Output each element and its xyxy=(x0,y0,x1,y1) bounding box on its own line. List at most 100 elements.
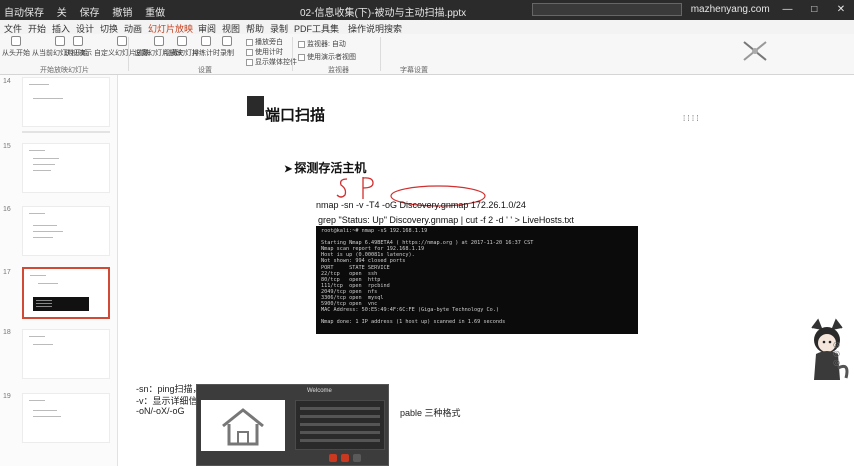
checkbox-icon xyxy=(246,58,253,66)
overlay-title: Welcome xyxy=(307,388,332,394)
thumb-line xyxy=(33,231,63,232)
monitor-select[interactable]: 监视器: 自动 xyxy=(298,39,346,49)
slide-thumbnail-selected[interactable] xyxy=(22,267,110,319)
house-icon xyxy=(222,408,264,446)
thumb-line xyxy=(33,170,51,171)
pane-row xyxy=(300,439,380,442)
autosave-toggle[interactable]: 关 xyxy=(57,8,67,19)
note-output: -oN/-oX/-oG xyxy=(136,406,185,416)
save-button[interactable]: 保存 xyxy=(80,8,100,19)
monitor-label: 监视器: 自动 xyxy=(307,41,346,48)
redo-button[interactable]: 重做 xyxy=(145,8,165,19)
autosave-label[interactable]: 自动保存 xyxy=(4,8,44,19)
show-media-controls-checkbox[interactable]: 显示媒体控件 xyxy=(246,57,297,67)
thumb-line xyxy=(33,225,57,226)
slide-number: 15 xyxy=(3,143,11,150)
slide-thumbnail[interactable] xyxy=(22,77,110,127)
group-setup: 设置 xyxy=(198,67,212,74)
monitor-icon xyxy=(298,40,305,48)
timer-icon xyxy=(201,36,211,46)
setup-show-icon xyxy=(153,36,164,46)
slide-number: 17 xyxy=(3,269,11,276)
record-label: 录制 xyxy=(220,50,234,57)
undo-button[interactable]: 撤销 xyxy=(112,8,132,19)
slide-thumbnail[interactable] xyxy=(22,143,110,193)
use-timings-checkbox[interactable]: 使用计时 xyxy=(246,47,283,57)
overlay-window[interactable]: Welcome xyxy=(196,384,389,466)
overlay-action-button[interactable] xyxy=(341,454,349,462)
thumb-line xyxy=(33,410,57,411)
maximize-button[interactable]: □ xyxy=(805,4,823,15)
terminal-screenshot: root@kali:~# nmap -sS 192.168.1.19 Start… xyxy=(316,226,638,334)
group-captions: 字幕设置 xyxy=(400,67,428,74)
present-online-button[interactable]: 联机演示 xyxy=(64,36,92,58)
thumb-line xyxy=(29,150,45,151)
close-button[interactable]: ✕ xyxy=(832,4,850,15)
ribbon-tabs: 文件 开始 插入 设计 切换 动画 幻灯片放映 审阅 视图 帮助 录制 PDF工… xyxy=(0,20,854,37)
record-button[interactable]: 录制 xyxy=(220,36,234,58)
ribbon-tools-icon[interactable] xyxy=(740,38,770,64)
checkbox-icon xyxy=(246,38,253,46)
command-line-nmap: nmap -sn -v -T4 -oG Discovery.gnmap 172.… xyxy=(316,200,526,210)
use-timings-label: 使用计时 xyxy=(255,49,283,56)
window-title: 02-信息收集(下)-被动与主动扫描.pptx xyxy=(300,8,467,19)
overlay-action-button[interactable] xyxy=(353,454,361,462)
overlay-content-pane xyxy=(295,400,385,450)
annotation-marks: ⁞ ⁞ ⁞ ⁞ xyxy=(683,114,699,123)
mascot-illustration xyxy=(811,318,849,380)
present-online-label: 联机演示 xyxy=(64,50,92,57)
rehearse-timings-label: 排练计时 xyxy=(192,50,220,57)
slide-number: 16 xyxy=(3,206,11,213)
group-start-slideshow: 开始放映幻灯片 xyxy=(40,67,89,74)
thumb-line xyxy=(33,344,53,345)
thumb-line xyxy=(29,84,49,85)
slideshow-icon xyxy=(11,36,21,46)
thumb-line xyxy=(29,400,45,401)
thumb-terminal xyxy=(33,297,89,311)
thumb-line xyxy=(30,275,46,276)
slide-number: 14 xyxy=(3,78,11,85)
thumb-line xyxy=(33,164,55,165)
pane-row xyxy=(300,423,380,426)
minimize-button[interactable]: — xyxy=(778,4,796,15)
title-bar: 自动保存 关 保存 撤销 重做 02-信息收集(下)-被动与主动扫描.pptx … xyxy=(0,0,854,20)
slide-thumbnail[interactable] xyxy=(22,329,110,379)
side-toolbar-icons[interactable]: ◎ ◎ ◎ xyxy=(833,340,840,367)
slide-thumbnail[interactable] xyxy=(22,393,110,443)
home-thumbnail[interactable] xyxy=(201,400,285,451)
hide-slide-icon xyxy=(176,36,187,46)
thumb-line xyxy=(38,283,58,284)
play-narrations-checkbox[interactable]: 播放旁白 xyxy=(246,37,283,47)
title-accent-bar xyxy=(247,96,264,116)
group-monitors: 监视器 xyxy=(328,67,349,74)
checkbox-icon xyxy=(246,48,253,56)
search-box[interactable] xyxy=(531,3,682,16)
thumb-line xyxy=(29,213,45,214)
rehearse-timings-button[interactable]: 排练计时 xyxy=(192,36,220,58)
slide-thumbnail[interactable] xyxy=(22,206,110,256)
thumb-line xyxy=(33,158,59,159)
slide-thumbnail-pane[interactable]: 14 15 16 17 18 19 xyxy=(0,75,118,466)
note-output-tail: pable 三种格式 xyxy=(400,408,461,418)
record-icon xyxy=(222,36,232,46)
from-beginning-button[interactable]: 从头开始 xyxy=(2,36,30,58)
present-online-icon xyxy=(73,36,83,46)
custom-show-icon xyxy=(117,36,127,46)
from-beginning-label: 从头开始 xyxy=(2,50,30,57)
thumb-line xyxy=(29,336,45,337)
ribbon-separator xyxy=(380,37,381,71)
handwritten-sp-annotation xyxy=(336,177,374,199)
overlay-action-button[interactable] xyxy=(329,454,337,462)
title-bar-right: mazhenyang.com — □ ✕ xyxy=(526,3,850,16)
play-narrations-label: 播放旁白 xyxy=(255,39,283,46)
quick-access-toolbar: 自动保存 关 保存 撤销 重做 xyxy=(4,4,175,19)
pane-row xyxy=(300,415,380,418)
thumb-line xyxy=(33,98,63,99)
presenter-view-checkbox[interactable]: 使用演示者视图 xyxy=(298,52,356,62)
ribbon-separator xyxy=(292,37,293,71)
bullet-arrow-icon: ➤ xyxy=(284,164,293,175)
user-name[interactable]: mazhenyang.com xyxy=(691,4,770,15)
pane-row xyxy=(300,407,380,410)
ribbon-separator xyxy=(128,37,129,71)
pane-row xyxy=(300,431,380,434)
